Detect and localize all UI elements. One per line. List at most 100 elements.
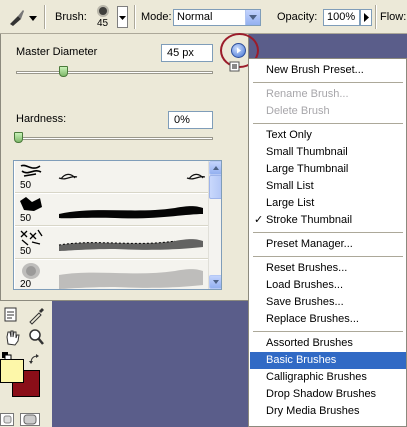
opacity-value: 100% <box>327 11 356 23</box>
menu-item-label: Drop Shadow Brushes <box>266 388 377 400</box>
menu-item-label: Replace Brushes... <box>266 313 359 325</box>
master-diameter-slider[interactable] <box>16 71 213 74</box>
menu-item-label: Reset Brushes... <box>266 262 348 274</box>
brush-size-label: 50 <box>20 246 32 257</box>
menu-item-calligraphic-brushes[interactable]: Calligraphic Brushes <box>250 369 406 386</box>
menu-item-label: Dry Media Brushes <box>266 405 360 417</box>
brush-stroke-preview <box>58 239 203 251</box>
hardness-slider[interactable] <box>16 137 213 140</box>
mode-select[interactable]: Normal <box>173 9 261 26</box>
brush-size-label: 20 <box>20 279 32 290</box>
brush-stroke-preview <box>59 269 203 289</box>
brush-tip-icon <box>20 164 42 177</box>
new-preset-icon[interactable] <box>229 61 241 73</box>
menu-item-small-thumbnail[interactable]: Small Thumbnail <box>250 144 406 161</box>
brush-preset-list[interactable]: 50 50 50 20 <box>13 160 222 290</box>
menu-item-label: Save Brushes... <box>266 296 344 308</box>
quick-mask-button[interactable] <box>20 413 40 426</box>
brush-list-scrollbar[interactable] <box>208 161 221 289</box>
menu-item-stroke-thumbnail[interactable]: ✓ Stroke Thumbnail <box>250 212 406 229</box>
menu-separator <box>253 256 403 257</box>
hardness-slider-thumb[interactable] <box>14 132 23 143</box>
menu-item-label: Large Thumbnail <box>266 163 349 175</box>
menu-item-label: Assorted Brushes <box>266 337 353 349</box>
scroll-up-button[interactable] <box>209 161 221 175</box>
brush-size-label: 45 <box>97 18 109 29</box>
menu-item-reset-brushes[interactable]: Reset Brushes... <box>250 260 406 277</box>
menu-item-label: Large List <box>266 197 315 209</box>
menu-item-label: Stroke Thumbnail <box>266 214 353 226</box>
zoom-tool-icon[interactable] <box>26 327 46 347</box>
menu-item-rename-brush: Rename Brush... <box>250 86 406 103</box>
opacity-label: Opacity: <box>277 11 318 23</box>
options-bar: Brush: 45 Mode: Normal Opacity: 100% Flo… <box>0 0 407 34</box>
menu-item-large-thumbnail[interactable]: Large Thumbnail <box>250 161 406 178</box>
eyedropper-tool-icon[interactable] <box>26 305 46 325</box>
swap-colors-icon[interactable] <box>29 354 41 366</box>
menu-item-label: New Brush Preset... <box>266 64 364 76</box>
brush-preset-item[interactable]: 50 <box>15 161 208 193</box>
menu-item-label: Delete Brush <box>266 105 330 117</box>
menu-item-small-list[interactable]: Small List <box>250 178 406 195</box>
brush-preset-item[interactable]: 20 <box>15 260 208 290</box>
brush-tool-icon[interactable] <box>6 7 26 27</box>
menu-separator <box>253 232 403 233</box>
menu-separator <box>253 82 403 83</box>
brush-picker-button[interactable] <box>117 6 128 28</box>
hand-tool-icon[interactable] <box>2 327 22 347</box>
brush-size-label: 50 <box>20 213 32 224</box>
menu-separator <box>253 331 403 332</box>
master-diameter-label: Master Diameter <box>16 46 98 58</box>
menu-item-assorted-brushes[interactable]: Assorted Brushes <box>250 335 406 352</box>
menu-item-label: Small List <box>266 180 314 192</box>
hardness-label: Hardness: <box>16 113 67 125</box>
foreground-color-swatch[interactable] <box>0 359 24 383</box>
menu-item-large-list[interactable]: Large List <box>250 195 406 212</box>
brush-size-label: 50 <box>20 180 32 191</box>
brush-preset-item[interactable]: 50 <box>15 194 208 226</box>
opacity-arrow-button[interactable] <box>360 9 372 26</box>
menu-item-save-brushes[interactable]: Save Brushes... <box>250 294 406 311</box>
hardness-value: 0% <box>174 114 190 126</box>
mode-label: Mode: <box>141 11 172 23</box>
brush-preset-item[interactable]: 50 <box>15 227 208 259</box>
menu-item-new-brush-preset[interactable]: New Brush Preset... <box>250 62 406 79</box>
brush-preview[interactable]: 45 <box>92 4 114 30</box>
menu-item-label: Rename Brush... <box>266 88 349 100</box>
menu-item-load-brushes[interactable]: Load Brushes... <box>250 277 406 294</box>
menu-item-text-only[interactable]: Text Only <box>250 127 406 144</box>
panel-menu-button[interactable] <box>231 43 246 58</box>
tool-preset-dropdown-icon[interactable] <box>29 13 37 21</box>
menu-item-delete-brush: Delete Brush <box>250 103 406 120</box>
menu-item-drop-shadow-brushes[interactable]: Drop Shadow Brushes <box>250 386 406 403</box>
menu-item-dry-media-brushes[interactable]: Dry Media Brushes <box>250 403 406 420</box>
tools-panel <box>0 301 52 427</box>
hardness-field[interactable]: 0% <box>168 111 213 129</box>
menu-item-label: Preset Manager... <box>266 238 353 250</box>
notes-tool-icon[interactable] <box>2 305 22 325</box>
opacity-field[interactable]: 100% <box>323 9 360 26</box>
brush-panel-menu: New Brush Preset... Rename Brush... Delete… <box>248 58 407 427</box>
menu-item-label: Calligraphic Brushes <box>266 371 367 383</box>
menu-item-label: Basic Brushes <box>266 354 337 366</box>
brush-tip-icon <box>20 229 43 246</box>
menu-item-label: Text Only <box>266 129 312 141</box>
master-diameter-slider-thumb[interactable] <box>59 66 69 77</box>
brush-label: Brush: <box>55 11 87 23</box>
play-arrow-icon <box>237 47 241 54</box>
standard-mode-button[interactable] <box>0 413 14 426</box>
scroll-thumb[interactable] <box>209 175 221 199</box>
menu-item-label: Load Brushes... <box>266 279 344 291</box>
brush-stroke-preview <box>59 206 203 219</box>
master-diameter-field[interactable]: 45 px <box>161 44 213 62</box>
menu-item-basic-brushes[interactable]: Basic Brushes <box>250 352 406 369</box>
menu-item-label: Small Thumbnail <box>266 146 348 158</box>
check-icon: ✓ <box>254 214 264 226</box>
menu-item-replace-brushes[interactable]: Replace Brushes... <box>250 311 406 328</box>
menu-item-preset-manager[interactable]: Preset Manager... <box>250 236 406 253</box>
menu-separator <box>253 123 403 124</box>
brush-tip-icon <box>22 263 40 279</box>
brush-stroke-preview <box>58 173 205 180</box>
scroll-down-button[interactable] <box>209 275 221 289</box>
flow-label: Flow: <box>380 11 407 23</box>
